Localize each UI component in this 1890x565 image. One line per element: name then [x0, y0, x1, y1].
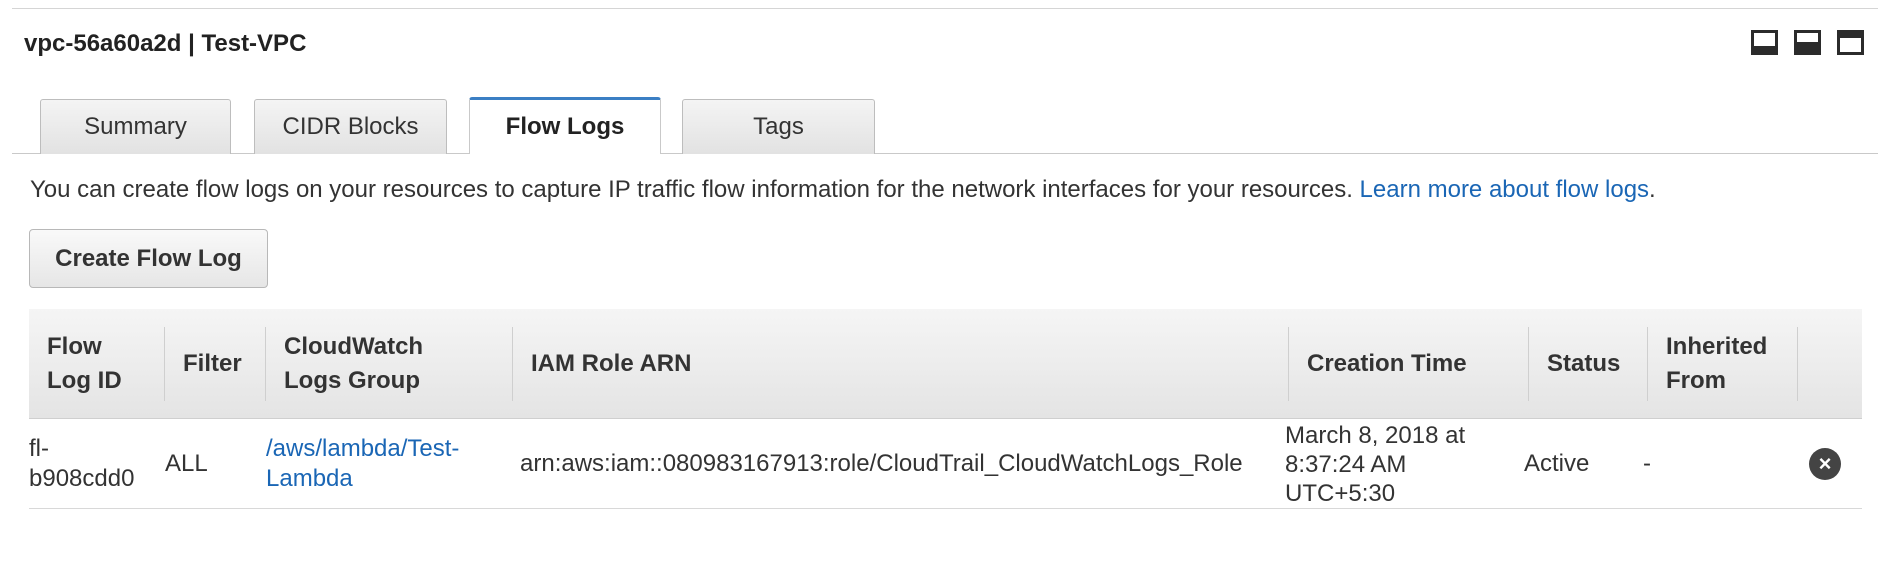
header-cloudwatch-logs-group[interactable]: CloudWatch Logs Group: [266, 309, 513, 419]
header-inherited-from[interactable]: Inherited From: [1648, 309, 1798, 419]
tab-summary[interactable]: Summary: [40, 99, 231, 154]
cell-status: Active: [1524, 450, 1590, 477]
cell-flow-log-id: fl- b908cdd0: [29, 435, 135, 492]
cell-iam-role-arn: arn:aws:iam::080983167913:role/CloudTrai…: [520, 450, 1243, 477]
cell-inherited-from: -: [1643, 450, 1651, 477]
cell-creation-time: March 8, 2018 at 8:37:24 AM UTC+5:30: [1285, 421, 1466, 507]
header-filter[interactable]: Filter: [165, 309, 266, 419]
header-status[interactable]: Status: [1529, 309, 1648, 419]
top-divider: [12, 8, 1878, 9]
panel-split-icon[interactable]: [1794, 30, 1821, 55]
create-flow-log-button[interactable]: Create Flow Log: [29, 229, 268, 288]
info-description: You can create flow logs on your resourc…: [30, 176, 1353, 203]
learn-more-link[interactable]: Learn more about flow logs: [1360, 176, 1650, 203]
flow-logs-table: Flow Log ID Filter CloudWatch Logs Group…: [29, 309, 1862, 509]
table-row[interactable]: fl- b908cdd0 ALL /aws/lambda/Test- Lambd…: [29, 419, 1862, 509]
delete-circle-icon[interactable]: ×: [1809, 448, 1841, 480]
panel-layout-controls: [1751, 30, 1864, 55]
table-header: Flow Log ID Filter CloudWatch Logs Group…: [29, 309, 1862, 419]
cell-actions: ×: [1809, 419, 1841, 509]
tab-tags[interactable]: Tags: [682, 99, 875, 154]
panel-top-icon[interactable]: [1837, 30, 1864, 55]
header-flow-log-id[interactable]: Flow Log ID: [29, 309, 165, 419]
cell-filter: ALL: [165, 450, 208, 477]
panel-bottom-icon[interactable]: [1751, 30, 1778, 55]
tab-flow-logs[interactable]: Flow Logs: [469, 97, 661, 155]
header-creation-time[interactable]: Creation Time: [1289, 309, 1529, 419]
tab-bar: Summary CIDR Blocks Flow Logs Tags: [12, 97, 1878, 155]
info-text: You can create flow logs on your resourc…: [30, 176, 1656, 204]
cell-log-group: /aws/lambda/Test- Lambda: [266, 419, 459, 509]
tab-cidr-blocks[interactable]: CIDR Blocks: [254, 99, 447, 154]
log-group-link[interactable]: /aws/lambda/Test- Lambda: [266, 434, 459, 494]
header-iam-role-arn[interactable]: IAM Role ARN: [513, 309, 1289, 419]
panel-title: vpc-56a60a2d | Test-VPC: [24, 30, 307, 57]
info-suffix: .: [1649, 176, 1656, 203]
